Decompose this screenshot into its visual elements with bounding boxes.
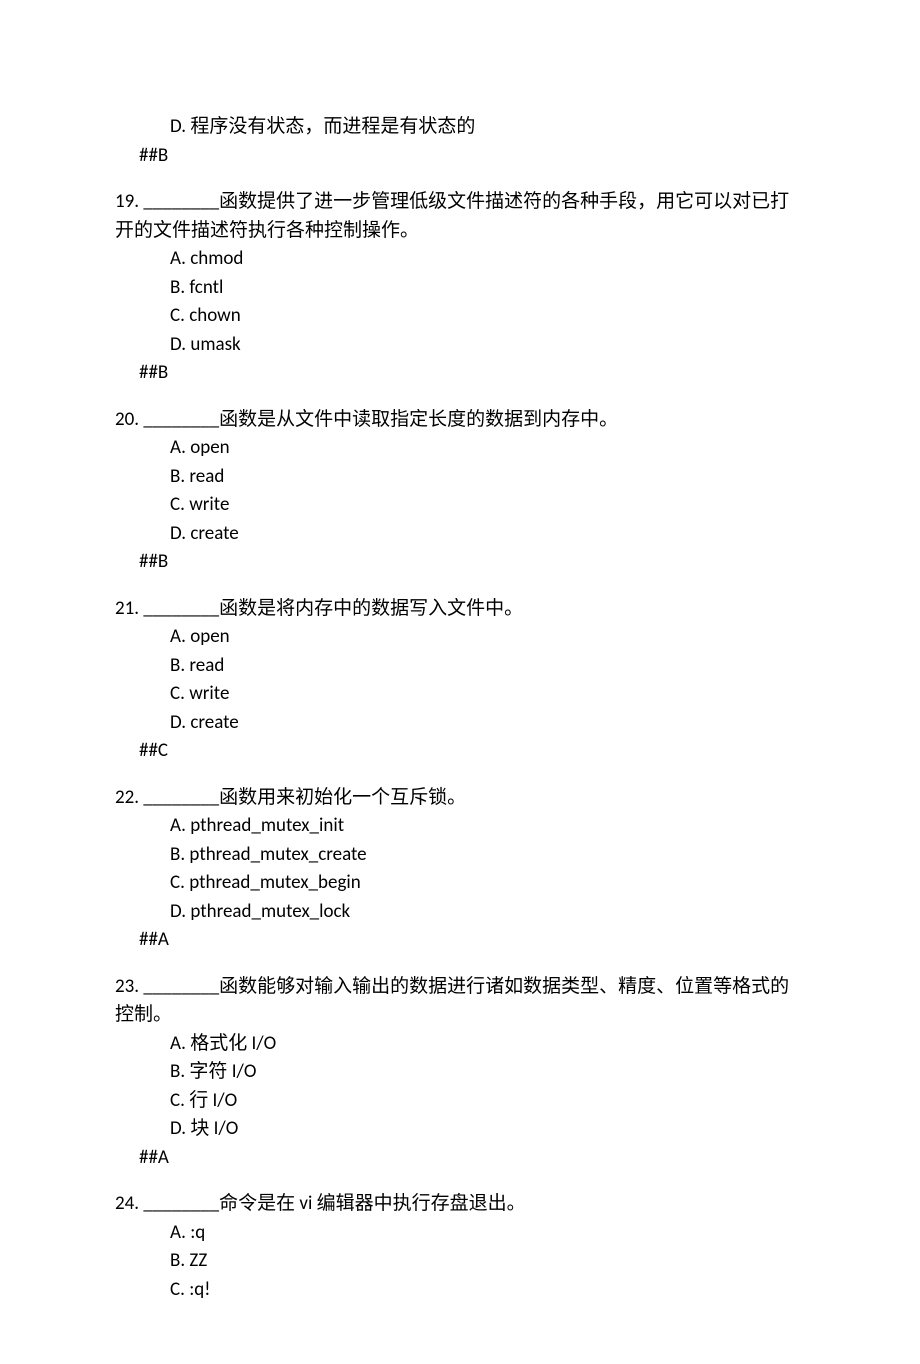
option-d: D. create [115, 709, 805, 738]
question-text: 函数用来初始化一个互斥锁。 [219, 786, 466, 809]
question-number: 20. [115, 408, 143, 431]
option-a: A. 格式化 I/O [115, 1030, 805, 1059]
question-number: 22. [115, 786, 143, 809]
option-a: A. :q [115, 1219, 805, 1248]
question-21: 21. ________函数是将内存中的数据写入文件中。 [115, 595, 805, 624]
question-20: 20. ________函数是从文件中读取指定长度的数据到内存中。 [115, 406, 805, 435]
option-d: D. create [115, 520, 805, 549]
fill-blank: ________ [143, 786, 219, 809]
option-c: C. 行 I/O [115, 1087, 805, 1116]
option-a: A. pthread_mutex_init [115, 812, 805, 841]
answer-marker: ##B [115, 142, 805, 171]
option-d: D. 程序没有状态，而进程是有状态的 [115, 113, 805, 142]
option-b: B. fcntl [115, 274, 805, 303]
option-b: B. ZZ [115, 1247, 805, 1276]
option-c: C. chown [115, 302, 805, 331]
option-b: B. read [115, 652, 805, 681]
option-c: C. write [115, 680, 805, 709]
question-24: 24. ________命令是在 vi 编辑器中执行存盘退出。 [115, 1190, 805, 1219]
option-c: C. :q! [115, 1276, 805, 1305]
option-d: D. umask [115, 331, 805, 360]
question-text: 函数是从文件中读取指定长度的数据到内存中。 [219, 408, 618, 431]
option-a: A. open [115, 623, 805, 652]
document-page: D. 程序没有状态，而进程是有状态的 ##B 19. ________函数提供了… [0, 0, 920, 1364]
option-a: A. chmod [115, 245, 805, 274]
answer-marker: ##A [115, 926, 805, 955]
option-c: C. pthread_mutex_begin [115, 869, 805, 898]
answer-marker: ##C [115, 737, 805, 766]
answer-marker: ##B [115, 359, 805, 388]
fill-blank: ________ [143, 190, 219, 213]
option-d: D. 块 I/O [115, 1115, 805, 1144]
question-19: 19. ________函数提供了进一步管理低级文件描述符的各种手段，用它可以对… [115, 188, 805, 245]
answer-marker: ##A [115, 1144, 805, 1173]
fill-blank: ________ [143, 975, 219, 998]
option-b: B. read [115, 463, 805, 492]
question-number: 23. [115, 975, 143, 998]
option-b: B. 字符 I/O [115, 1058, 805, 1087]
question-text: 命令是在 vi 编辑器中执行存盘退出。 [219, 1192, 526, 1215]
answer-marker: ##B [115, 548, 805, 577]
option-b: B. pthread_mutex_create [115, 841, 805, 870]
option-d: D. pthread_mutex_lock [115, 898, 805, 927]
option-c: C. write [115, 491, 805, 520]
question-text: 函数是将内存中的数据写入文件中。 [219, 597, 523, 620]
question-number: 19. [115, 190, 143, 213]
option-a: A. open [115, 434, 805, 463]
fill-blank: ________ [143, 408, 219, 431]
question-23: 23. ________函数能够对输入输出的数据进行诸如数据类型、精度、位置等格… [115, 973, 805, 1030]
fill-blank: ________ [143, 1192, 219, 1215]
question-number: 24. [115, 1192, 143, 1215]
fill-blank: ________ [143, 597, 219, 620]
question-number: 21. [115, 597, 143, 620]
question-22: 22. ________函数用来初始化一个互斥锁。 [115, 784, 805, 813]
